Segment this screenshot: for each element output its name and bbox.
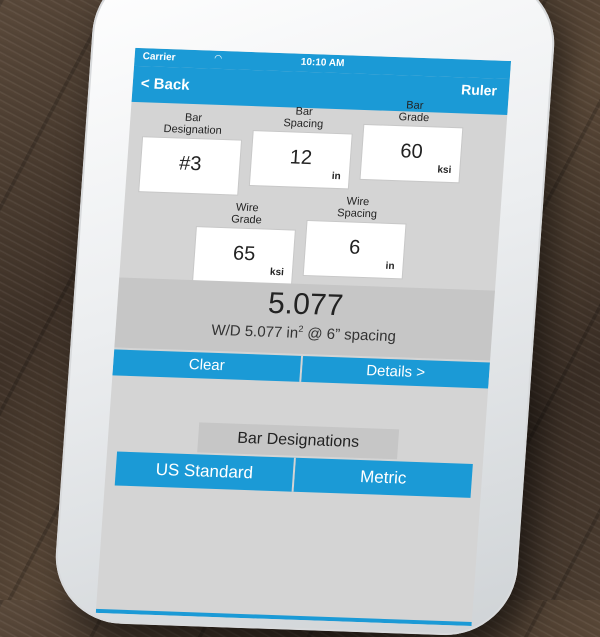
ruler-button[interactable]: Ruler — [461, 81, 498, 98]
wire-grade-unit: ksi — [269, 266, 285, 279]
bar-designation-value: #3 — [178, 152, 203, 176]
bottom-accent-bar — [95, 608, 472, 627]
wire-spacing-label: Wire Spacing — [336, 195, 378, 221]
bar-grade-value: 60 — [399, 140, 424, 163]
wire-grade-label: Wire Grade — [230, 201, 263, 227]
bar-grade-unit: ksi — [437, 164, 452, 177]
app-screen: Carrier ◠ 10:10 AM < Back Ruler Bar Desi… — [95, 47, 512, 627]
wire-grade-value: 65 — [232, 242, 256, 266]
bar-spacing-value: 12 — [289, 146, 313, 170]
clear-button[interactable]: Clear — [112, 349, 304, 382]
wire-grade-input[interactable]: 65 ksi — [193, 227, 295, 285]
wire-grade-field: Wire Grade 65 ksi — [193, 200, 297, 285]
bar-spacing-field: Bar Spacing 12 in — [249, 104, 354, 189]
bar-spacing-unit: in — [331, 170, 342, 183]
back-button[interactable]: < Back — [140, 75, 190, 94]
result-panel: 5.077 W/D 5.077 in2 @ 6” spacing — [114, 277, 496, 361]
bar-spacing-input[interactable]: 12 in — [249, 131, 352, 189]
bar-grade-field: Bar Grade 60 ksi — [360, 98, 465, 183]
bar-designations-title: Bar Designations — [197, 422, 400, 460]
metric-button[interactable]: Metric — [293, 457, 473, 498]
bar-grade-input[interactable]: 60 ksi — [360, 124, 463, 183]
designation-toggle: US Standard Metric — [114, 451, 473, 498]
bar-designation-field: Bar Designation #3 — [139, 110, 243, 195]
wire-spacing-field: Wire Spacing 6 in — [303, 194, 408, 279]
details-button[interactable]: Details > — [301, 355, 490, 389]
bar-grade-label: Bar Grade — [398, 99, 430, 125]
wire-spacing-input[interactable]: 6 in — [303, 221, 406, 279]
us-standard-button[interactable]: US Standard — [114, 451, 296, 492]
phone-frame: Carrier ◠ 10:10 AM < Back Ruler Bar Desi… — [51, 0, 559, 637]
bar-designation-input[interactable]: #3 — [139, 137, 242, 195]
wire-spacing-unit: in — [385, 260, 395, 273]
wire-spacing-value: 6 — [348, 236, 362, 259]
bar-designation-label: Bar Designation — [163, 111, 223, 137]
bar-spacing-label: Bar Spacing — [282, 105, 324, 131]
